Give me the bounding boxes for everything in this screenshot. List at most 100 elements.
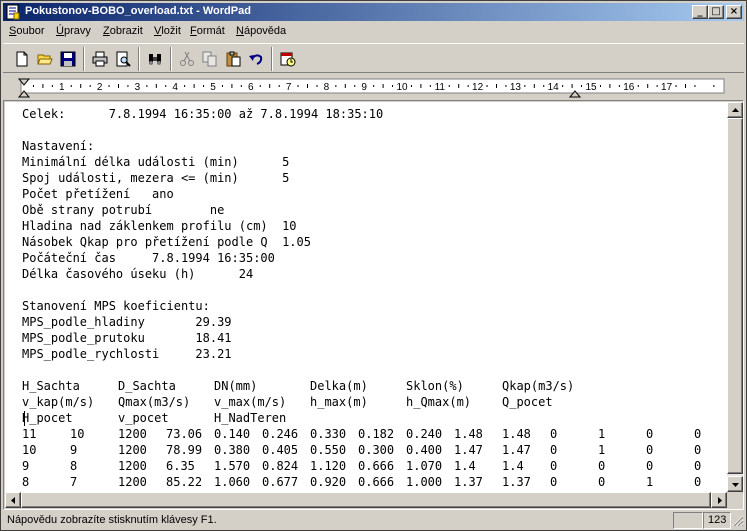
- table-cell: 1.4: [502, 459, 524, 473]
- find-button[interactable]: [144, 48, 166, 70]
- table-cell: 1.070: [406, 459, 443, 473]
- table-cell: 0: [598, 459, 606, 473]
- status-text: Nápovědu zobrazíte stisknutím klávesy F1…: [7, 514, 217, 526]
- table-cell: 0.400: [406, 443, 443, 457]
- scroll-right-button[interactable]: [711, 492, 727, 508]
- table-cell: 6.35: [166, 459, 195, 473]
- date-time-icon: [280, 52, 296, 67]
- new-document-icon: [16, 51, 28, 67]
- table-cell: 1.47: [454, 443, 483, 457]
- table-header-cell: h_max(m): [310, 395, 368, 409]
- print-button[interactable]: [89, 48, 111, 70]
- text-line: MPS_podle_prutoku 18.41: [22, 331, 232, 345]
- toolbar: [3, 43, 744, 73]
- table-cell: 1.47: [502, 443, 531, 457]
- table-cell: 0.240: [406, 427, 443, 441]
- menu-zobrazit[interactable]: Zobrazit: [103, 25, 143, 37]
- table-cell: 0: [646, 427, 654, 441]
- ruler[interactable]: 1 2 3 4 5 6 7 8 9 10 11 12 13 14 15 16 17: [3, 75, 744, 99]
- scroll-up-button[interactable]: [727, 102, 743, 118]
- table-cell: 0.824: [262, 459, 299, 473]
- menu-upravy[interactable]: Úpravy: [56, 25, 91, 37]
- table-cell: 1.48: [502, 427, 531, 441]
- vertical-scrollbar[interactable]: [727, 102, 743, 492]
- binoculars-icon: [149, 54, 161, 65]
- menu-vlozit[interactable]: Vložit: [154, 25, 181, 37]
- print-preview-icon: [116, 51, 131, 67]
- menu-soubor[interactable]: Soubor: [9, 25, 44, 37]
- text-line: Hladina nad záklenkem profilu (cm) 10: [22, 219, 297, 233]
- menu-format[interactable]: Formát: [190, 25, 225, 37]
- print-preview-button[interactable]: [112, 48, 134, 70]
- size-grip-icon[interactable]: [732, 515, 744, 527]
- table-header-line: v_kap(m/s) Qmax(m3/s) v_max(m/s) h_max(m) h_…: [22, 394, 553, 410]
- wordpad-app-icon[interactable]: [5, 4, 21, 20]
- document-area[interactable]: Celek: 7.8.1994 16:35:00 až 7.8.1994 18:…: [5, 102, 727, 492]
- table-cell: 0.666: [358, 475, 395, 489]
- ruler-number: 10: [396, 82, 408, 93]
- table-cell: 1200: [118, 459, 147, 473]
- close-icon: ×: [729, 6, 739, 17]
- menu-bar: Soubor Úpravy Zobrazit Vložit Formát Náp…: [3, 22, 744, 42]
- scroll-left-button[interactable]: [5, 492, 21, 508]
- table-cell: 1: [646, 475, 654, 489]
- text-line: [22, 362, 383, 378]
- table-cell: 0: [646, 443, 654, 457]
- horizontal-scroll-thumb[interactable]: [21, 492, 711, 508]
- table-header-cell: DN(mm): [214, 379, 258, 393]
- save-button[interactable]: [57, 48, 79, 70]
- table-row: 10 9 1200 78.99 0.380 0.405 0.550 0.300 0.400 1.4…: [22, 442, 701, 458]
- ruler-number: 11: [435, 82, 446, 93]
- window-title: Pokustonov-BOBO_overload.txt - WordPad: [25, 5, 251, 17]
- arrow-up-icon: [732, 108, 739, 112]
- table-header-cell: H_NadTeren: [214, 411, 287, 425]
- ruler-number: 4: [172, 82, 178, 93]
- table-cell: 0.182: [358, 427, 395, 441]
- table-cell: 0.246: [262, 427, 299, 441]
- table-header-cell: h_Qmax(m): [406, 395, 472, 409]
- paste-button[interactable]: [222, 48, 244, 70]
- menu-napoveda[interactable]: Nápověda: [236, 25, 286, 37]
- ruler-number: 1: [59, 82, 65, 93]
- ruler-strip[interactable]: [20, 78, 725, 94]
- ruler-number: 12: [472, 82, 484, 93]
- table-cell: 0: [694, 443, 702, 457]
- copy-button[interactable]: [199, 48, 221, 70]
- clipboard-icon: [226, 51, 241, 67]
- table-cell: 1200: [118, 443, 147, 457]
- table-header-cell: v_max(m/s): [214, 395, 287, 409]
- minimize-button[interactable]: _: [692, 5, 708, 19]
- ruler-scale[interactable]: 1 2 3 4 5 6 7 8 9 10 11 12 13 14 15 16 17: [3, 75, 744, 99]
- table-cell: 0.380: [214, 443, 251, 457]
- table-header-cell: Delka(m): [310, 379, 368, 393]
- table-cell: 0.920: [310, 475, 347, 489]
- status-panel: [673, 512, 703, 529]
- arrow-down-icon: [732, 483, 739, 487]
- table-header-cell: v_kap(m/s): [22, 395, 95, 409]
- open-folder-icon: [37, 54, 53, 65]
- status-bar: Nápovědu zobrazíte stisknutím klávesy F1…: [3, 511, 744, 530]
- table-row: 11 10 1200 73.06 0.140 0.246 0.330 0.182 0.240 1.…: [22, 426, 701, 442]
- ruler-number: 5: [210, 82, 216, 93]
- document-text[interactable]: Celek: 7.8.1994 16:35:00 až 7.8.1994 18:…: [22, 106, 701, 490]
- insert-datetime-button[interactable]: [277, 48, 299, 70]
- table-cell: 0.405: [262, 443, 299, 457]
- table-cell: 0: [550, 475, 558, 489]
- horizontal-scrollbar[interactable]: [5, 492, 727, 508]
- ruler-number: 2: [97, 82, 103, 93]
- scroll-down-button[interactable]: [727, 476, 743, 492]
- table-cell: 1.37: [454, 475, 483, 489]
- ruler-number: 15: [585, 82, 597, 93]
- ruler-number: 14: [548, 82, 560, 93]
- maximize-button[interactable]: □: [708, 5, 724, 19]
- text-line: Násobek Qkap pro přetížení podle Q 1.05: [22, 235, 311, 249]
- new-document-button[interactable]: [11, 48, 33, 70]
- table-cell: 8: [22, 475, 30, 489]
- title-bar[interactable]: Pokustonov-BOBO_overload.txt - WordPad _…: [3, 3, 744, 21]
- open-button[interactable]: [34, 48, 56, 70]
- vertical-scroll-thumb[interactable]: [727, 118, 743, 474]
- close-button[interactable]: ×: [726, 5, 742, 19]
- cut-button[interactable]: [176, 48, 198, 70]
- wordpad-window: Pokustonov-BOBO_overload.txt - WordPad _…: [0, 0, 747, 531]
- undo-button[interactable]: [245, 48, 267, 70]
